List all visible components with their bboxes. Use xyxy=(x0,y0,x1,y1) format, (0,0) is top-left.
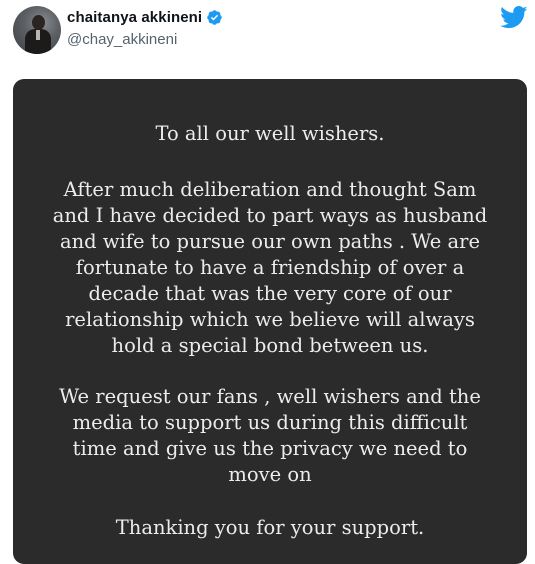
author-name-row[interactable]: chaitanya akkineni xyxy=(67,9,223,26)
avatar-person-shirt xyxy=(36,30,40,40)
statement-paragraph-1: After much deliberation and thought Sam … xyxy=(52,178,488,357)
author-handle[interactable]: @chay_akkineni xyxy=(67,31,177,48)
author-display-name[interactable]: chaitanya akkineni xyxy=(67,9,202,26)
verified-badge-icon xyxy=(207,10,222,25)
avatar-person-head xyxy=(32,15,45,30)
tweet-header: chaitanya akkineni @chay_akkineni xyxy=(0,0,535,60)
twitter-bird-icon[interactable] xyxy=(500,6,528,29)
statement-greeting: To all our well wishers. xyxy=(155,122,385,145)
tweet-media-image[interactable]: To all our well wishers. After much deli… xyxy=(13,79,527,564)
statement-paragraph-2: We request our fans , well wishers and t… xyxy=(59,385,481,486)
statement-closing: Thanking you for your support. xyxy=(115,516,425,539)
avatar[interactable] xyxy=(13,6,61,54)
